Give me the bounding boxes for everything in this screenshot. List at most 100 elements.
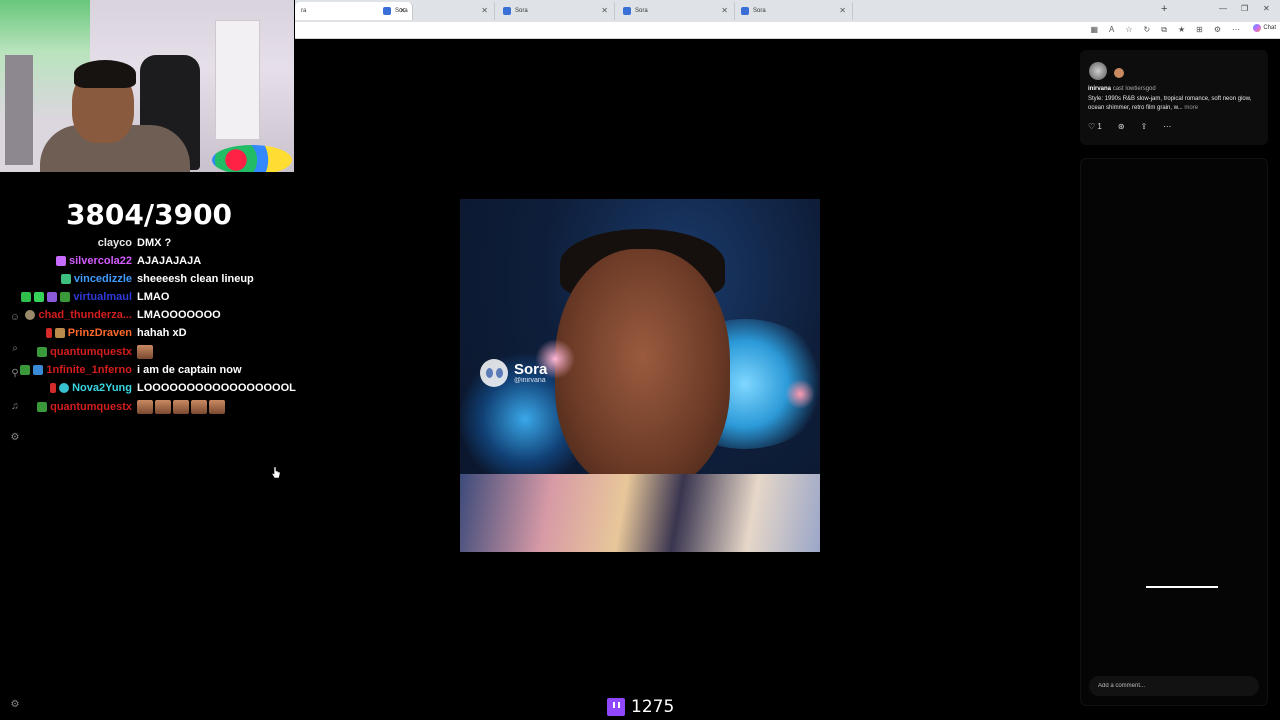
post-description-text: Style: 1990s R&B slow-jam, tropical roma… [1088, 96, 1252, 111]
username-text[interactable]: quantumquestx [50, 346, 132, 358]
new-tab-icon[interactable]: + [1161, 3, 1167, 15]
predictions-badge-icon [25, 310, 36, 320]
chat-message: 1nfinite_1nferno i am de captain now [0, 361, 298, 379]
colorful-rug [212, 145, 292, 172]
chat-username[interactable]: vincedizzle [60, 273, 132, 285]
more-options-icon[interactable]: ⋯ [1163, 122, 1171, 131]
chat-message: vincedizzle sheeeesh clean lineup [0, 270, 298, 288]
subscriber-badge-icon [20, 365, 31, 375]
prime-badge-icon [33, 365, 44, 375]
username-text[interactable]: virtualmaul [73, 291, 132, 303]
loading-bar [1146, 586, 1218, 588]
username-text[interactable]: clayco [98, 237, 132, 249]
sora-favicon-icon [503, 7, 511, 15]
cast-avatar[interactable] [1114, 68, 1124, 78]
username-text[interactable]: PrinzDraven [68, 327, 132, 339]
streamer-hair [74, 60, 136, 88]
chat-text: sheeeesh clean lineup [137, 273, 254, 285]
chat-message: clayco DMX ? [0, 234, 298, 252]
chat-text: i am de captain now [137, 364, 242, 376]
browser-tab[interactable]: Sora ✕ [377, 2, 495, 20]
like-button[interactable]: ♡ 1 [1088, 122, 1102, 131]
chat-text: hahah xD [137, 327, 187, 339]
emote-icon [137, 400, 153, 414]
bits-badge-icon [50, 383, 57, 393]
chat-username[interactable]: clayco [98, 237, 132, 249]
favorites-icon[interactable]: ★ [1178, 25, 1185, 35]
tab-title: Sora [635, 8, 648, 14]
emote-icon [137, 345, 153, 359]
username-text[interactable]: vincedizzle [74, 273, 132, 285]
username-text[interactable]: quantumquestx [50, 401, 132, 413]
chat-username[interactable]: Nova2Yung [50, 382, 132, 394]
post-card: inirvana cast lowtiersgod Style: 1990s R… [1080, 50, 1268, 145]
apps-icon[interactable]: ▦ [1090, 25, 1098, 35]
chat-username[interactable]: quantumquestx [37, 346, 132, 358]
bits-badge-icon [45, 328, 52, 338]
window-close-icon[interactable]: ✕ [1263, 4, 1270, 13]
sub-goal-counter: 3804/3900 [65, 198, 233, 231]
extensions-icon[interactable]: ⚙ [1214, 25, 1221, 35]
subscriber-badge-icon [34, 292, 45, 302]
restore-icon[interactable]: ❐ [1241, 4, 1248, 13]
webcam-door [215, 20, 260, 140]
username-text[interactable]: 1nfinite_1nferno [46, 364, 132, 376]
username-text[interactable]: silvercola22 [69, 255, 132, 267]
close-icon[interactable]: ✕ [721, 6, 728, 15]
tab-title: Sora [515, 8, 528, 14]
viewer-count-value: 1275 [631, 697, 675, 717]
video-subject-face [555, 249, 730, 489]
close-icon[interactable]: ✕ [481, 6, 488, 15]
chat-username[interactable]: 1nfinite_1nferno [20, 364, 132, 376]
browser-tab[interactable]: Sora ✕ [497, 2, 615, 20]
more-menu-icon[interactable]: ⋯ [1232, 25, 1240, 35]
video-bokeh-light [785, 379, 815, 409]
twitch-icon [607, 698, 625, 716]
chat-text: LMAOOOOOOO [137, 309, 221, 321]
chat-text [137, 345, 153, 359]
chat-username[interactable]: PrinzDraven [45, 327, 132, 339]
tab-title: ra [301, 8, 307, 14]
copilot-chat-button[interactable]: Chat [1253, 24, 1276, 32]
comment-input[interactable] [1089, 676, 1259, 696]
minimize-icon[interactable]: — [1219, 4, 1227, 13]
collections-icon[interactable]: ⊞ [1196, 25, 1203, 35]
gift-badge-icon [21, 292, 32, 302]
subscriber-badge-icon [60, 274, 71, 284]
sora-video-player[interactable]: Sora @inirvana [460, 199, 820, 552]
favorite-star-icon[interactable]: ☆ [1125, 25, 1132, 35]
chat-username[interactable]: chad_thunderza... [25, 309, 132, 321]
read-aloud-icon[interactable]: A [1109, 25, 1114, 35]
username-text[interactable]: Nova2Yung [72, 382, 132, 394]
chat-username[interactable]: virtualmaul [21, 291, 132, 303]
refresh-icon[interactable]: ↻ [1144, 25, 1151, 35]
emote-icon [155, 400, 171, 414]
split-screen-icon[interactable]: ⧉ [1161, 25, 1167, 35]
chat-text: LMAO [137, 291, 170, 303]
close-icon[interactable]: ✕ [601, 6, 608, 15]
sora-favicon-icon [623, 7, 631, 15]
share-icon[interactable]: ⇪ [1141, 122, 1148, 131]
remix-icon[interactable]: ⊛ [1118, 122, 1125, 131]
chat-text: DMX ? [137, 237, 172, 249]
post-author[interactable]: inirvana [1088, 86, 1111, 92]
avatar[interactable] [1089, 62, 1107, 80]
browser-tab[interactable]: Sora ✕ [735, 2, 853, 20]
vip-badge-icon [47, 292, 58, 302]
settings-icon[interactable]: ⚙ [9, 432, 21, 444]
more-link[interactable]: more [1184, 105, 1198, 111]
browser-tab[interactable]: Sora ✕ [617, 2, 735, 20]
sora-logo-icon [480, 359, 508, 387]
subscriber-badge-icon [56, 256, 66, 266]
close-icon[interactable]: ✕ [839, 6, 846, 15]
post-cast[interactable]: cast lowtiersgod [1113, 86, 1156, 92]
chat-username[interactable]: quantumquestx [37, 401, 132, 413]
chat-message: PrinzDraven hahah xD [0, 324, 298, 342]
chat-username[interactable]: silvercola22 [56, 255, 132, 267]
emote-icon [209, 400, 225, 414]
copilot-icon [1253, 24, 1262, 32]
chat-settings-icon[interactable]: ⚙ [9, 699, 21, 711]
address-bar[interactable]: ▦ A ☆ ↻ ⧉ ★ ⊞ ⚙ ⋯ Chat [295, 22, 1280, 39]
username-text[interactable]: chad_thunderza... [38, 309, 132, 321]
snowflake-badge-icon [59, 383, 70, 393]
